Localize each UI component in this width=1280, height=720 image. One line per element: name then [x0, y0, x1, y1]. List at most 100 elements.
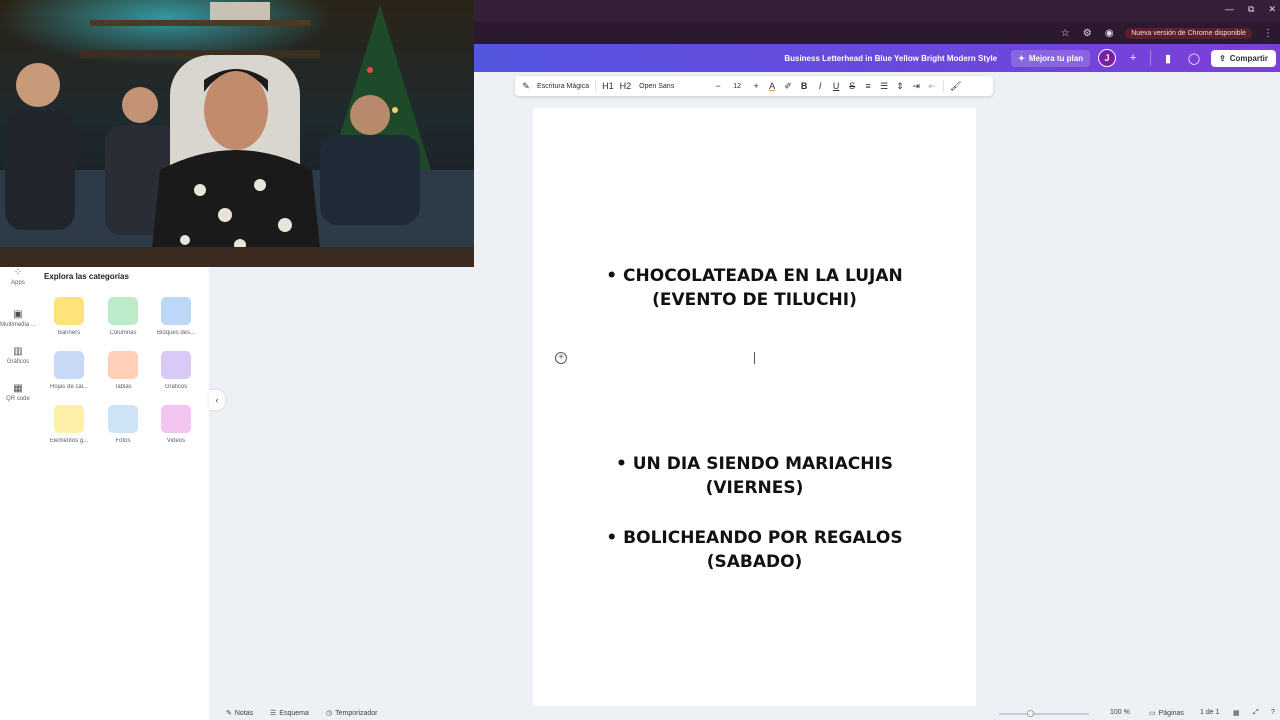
category-spreadsheets[interactable]: Hojas de cál... — [43, 351, 95, 390]
zoom-value[interactable]: 100 % — [1110, 709, 1130, 716]
menu-dots-icon[interactable]: ⋮ — [1262, 27, 1274, 39]
editor-footer: ✎ Notas ☰ Esquema ◷ Temporizador 100 % ▭… — [209, 706, 1280, 720]
restore-icon[interactable]: ⧉ — [1248, 4, 1254, 15]
grid-view-icon[interactable]: ▦ — [1233, 709, 1240, 717]
category-columns[interactable]: Columnas — [97, 297, 149, 336]
extensions-icon[interactable]: ⚙ — [1081, 27, 1093, 39]
bullet-line: (SABADO) — [706, 552, 803, 572]
text-cursor — [754, 352, 755, 364]
zoom-slider-handle[interactable] — [1027, 710, 1034, 717]
underline-button[interactable]: U — [831, 79, 841, 93]
font-family-select[interactable]: Open Sans — [637, 83, 707, 90]
qr-icon: ▦ — [13, 383, 23, 394]
play-icon — [161, 405, 191, 433]
zoom-slider[interactable] — [999, 713, 1089, 715]
pages-button[interactable]: ▭ Páginas — [1149, 709, 1184, 718]
rail-item-charts[interactable]: ▥ Gráficos — [0, 346, 36, 365]
timer-button[interactable]: ◷ Temporizador — [326, 709, 378, 718]
chart-icon: ▥ — [13, 346, 23, 357]
window-controls: — ⧉ ✕ — [1225, 4, 1276, 15]
highlight-icon[interactable]: ✐ — [783, 79, 793, 93]
page-count: 1 de 1 — [1200, 709, 1220, 716]
text-color-icon[interactable]: A — [767, 79, 777, 93]
fullscreen-icon[interactable]: ⤢ — [1253, 709, 1259, 717]
timer-icon: ◷ — [326, 710, 333, 717]
magic-write-button[interactable]: Escritura Mágica — [537, 83, 589, 90]
strikethrough-button[interactable]: S — [847, 79, 857, 93]
avatar[interactable]: J — [1098, 49, 1117, 67]
chevron-left-icon: ‹ — [215, 395, 219, 405]
document-page[interactable]: • CHOCOLATEADA EN LA LUJAN (EVENTO DE TI… — [533, 108, 976, 708]
bullet-line: • UN DIA SIENDO MARIACHIS — [615, 454, 894, 474]
add-collaborator-icon[interactable]: + — [1124, 49, 1142, 67]
rail-item-label: Multimedia ... — [0, 322, 36, 328]
rail-item-qr[interactable]: ▦ QR code — [0, 383, 36, 402]
profile-icon[interactable]: ◉ — [1103, 27, 1115, 39]
category-label: Bloques des... — [156, 330, 196, 336]
bold-button[interactable]: B — [799, 79, 809, 93]
bullet-list-icon[interactable]: ☰ — [879, 79, 889, 93]
bullet-line: • BOLICHEANDO POR REGALOS — [606, 528, 903, 548]
bullet-line: (VIERNES) — [705, 478, 804, 498]
left-rail: ⁘ Apps ▣ Multimedia ... ▥ Gráficos ▦ QR … — [0, 267, 36, 720]
rail-item-apps[interactable]: ⁘ Apps — [0, 267, 36, 286]
bullet-item-bolicheando[interactable]: • BOLICHEANDO POR REGALOS (SABADO) — [533, 526, 976, 574]
blocks-thumbnail-icon — [161, 297, 191, 325]
category-label: Columnas — [109, 330, 137, 336]
indent-increase-icon[interactable]: ⇥ — [911, 79, 921, 93]
rail-item-label: Gráficos — [6, 359, 30, 365]
category-blocks[interactable]: Bloques des... — [150, 297, 202, 336]
upgrade-button[interactable]: ✦ Mejora tu plan — [1011, 49, 1091, 67]
category-label: Videos — [166, 438, 186, 444]
font-size-increase-button[interactable]: + — [751, 79, 761, 93]
media-icon: ▣ — [13, 309, 23, 320]
collapse-panel-button[interactable]: ‹ — [209, 390, 225, 410]
letter-spacing-icon[interactable]: ⇕ — [895, 79, 905, 93]
webcam-overlay — [0, 0, 474, 267]
magic-write-icon: ✎ — [522, 80, 530, 91]
crown-icon: ✦ — [1018, 53, 1025, 63]
category-label: Fotos — [115, 438, 131, 444]
indent-decrease-icon[interactable]: ⇤ — [927, 79, 937, 93]
close-icon[interactable]: ✕ — [1268, 4, 1276, 15]
spreadsheet-thumbnail-icon — [54, 351, 84, 379]
category-videos[interactable]: Videos — [150, 405, 202, 444]
outline-icon: ☰ — [270, 710, 277, 717]
category-banners[interactable]: Banners — [43, 297, 95, 336]
rail-item-multimedia[interactable]: ▣ Multimedia ... — [0, 309, 36, 328]
bullet-item-mariachis[interactable]: • UN DIA SIENDO MARIACHIS (VIERNES) — [533, 452, 976, 500]
minimize-icon[interactable]: — — [1225, 4, 1234, 15]
timer-label: Temporizador — [335, 709, 378, 717]
heading-2-button[interactable]: H2 — [620, 79, 632, 93]
star-icon[interactable]: ☆ — [1059, 27, 1071, 39]
font-size-decrease-button[interactable]: − — [713, 79, 723, 93]
bullet-item-chocolateada[interactable]: • CHOCOLATEADA EN LA LUJAN (EVENTO DE TI… — [533, 264, 976, 312]
chrome-update-chip[interactable]: Nueva versión de Chrome disponible — [1125, 27, 1252, 39]
photo-thumbnail-icon — [108, 405, 138, 433]
italic-button[interactable]: I — [815, 79, 825, 93]
category-label: Banners — [57, 330, 81, 336]
category-graphic-elements[interactable]: Elementos g... — [43, 405, 95, 444]
category-label: Tablas — [114, 384, 132, 390]
help-icon[interactable]: ? — [1271, 709, 1275, 716]
analytics-icon[interactable]: ▮ — [1159, 49, 1177, 67]
rail-item-label: QR code — [6, 396, 30, 402]
apps-icon: ⁘ — [13, 267, 23, 278]
category-photos[interactable]: Fotos — [97, 405, 149, 444]
category-charts[interactable]: Gráficos — [150, 351, 202, 390]
upgrade-label: Mejora tu plan — [1028, 53, 1084, 63]
paint-format-icon[interactable]: 🖌 — [950, 79, 961, 93]
category-tables[interactable]: Tablas — [97, 351, 149, 390]
font-size-input[interactable]: 12 — [729, 83, 745, 90]
outline-button[interactable]: ☰ Esquema — [270, 709, 309, 718]
share-button[interactable]: ⇪ Compartir — [1211, 49, 1276, 67]
pages-label: Páginas — [1158, 709, 1184, 717]
columns-thumbnail-icon — [108, 297, 138, 325]
align-center-icon[interactable]: ≡ — [863, 79, 873, 93]
heading-1-button[interactable]: H1 — [602, 79, 614, 93]
notes-button[interactable]: ✎ Notas — [226, 709, 253, 718]
comment-icon[interactable]: ◯ — [1185, 49, 1203, 67]
add-element-button[interactable]: + — [555, 352, 567, 364]
document-title[interactable]: Business Letterhead in Blue Yellow Brigh… — [784, 54, 997, 63]
share-label: Compartir — [1229, 53, 1268, 63]
